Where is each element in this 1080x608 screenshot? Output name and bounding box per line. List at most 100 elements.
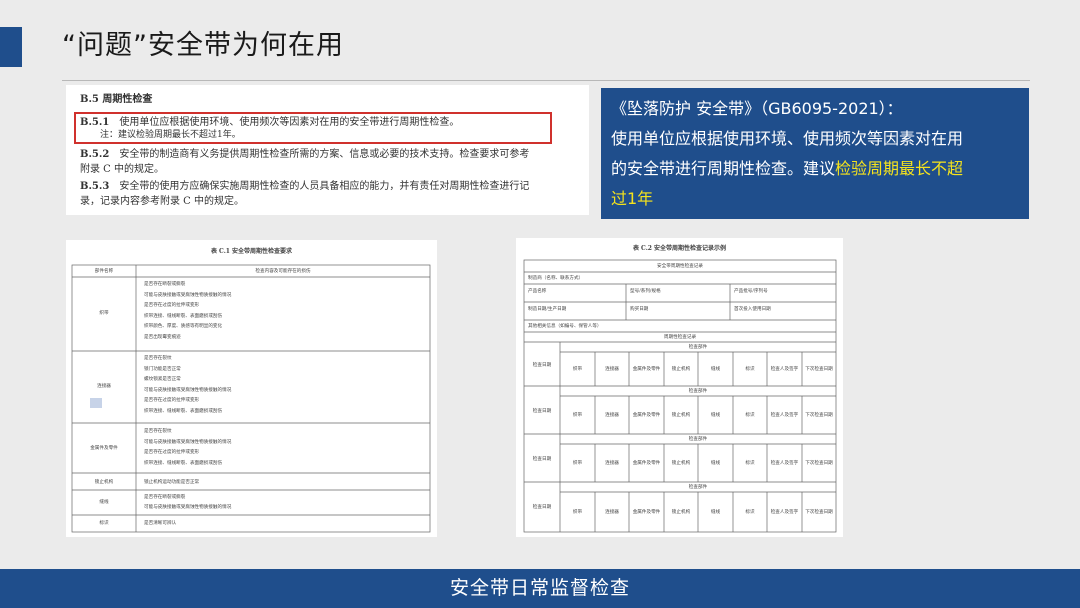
table-c1-row-items: 是否存在裂纹 可能与皮肤接触或受腐蚀性物质接触的情况 是否存在过度的拉伸或变形 … (144, 427, 231, 469)
title-divider (62, 80, 1030, 81)
table-c1-item: 可能与皮肤接触或受腐蚀性物质接触的情况 (144, 439, 232, 445)
table-c2-column: 连接器 (605, 510, 619, 515)
callout-line-3-text: 的安全带进行周期性检查。建议 (611, 159, 836, 178)
table-c1-item: 锁门功能是否正常 (144, 366, 181, 372)
table-c2-column: 连接器 (605, 413, 619, 418)
table-c2-record-title: 周期性检查记录 (663, 335, 697, 340)
table-c2-columns: 织带 连接器 金属件及零件 锁止机构 缝线 标识 检查人及签字 下次检查日期 (560, 366, 836, 372)
callout-line-3: 的安全带进行周期性检查。建议检验周期最长不超 (611, 154, 1017, 184)
table-c2-column: 标识 (745, 413, 755, 418)
table-c2-column: 下次检查日期 (805, 510, 833, 515)
table-c2-column: 锁止机构 (671, 461, 691, 466)
table-c1-item: 是否存在裂纹 (144, 429, 172, 434)
standard-callout: 《坠落防护 安全带》（GB6095-2021）： 使用单位应根据使用环境、使用频… (601, 88, 1029, 219)
excerpt-b53-text: 安全带的使用方应确保实施周期性检查的人员具备相应的能力，并有责任对周期性检查进行… (119, 181, 530, 192)
table-c2-info: 其他相关信息（如编号、保管人等） (528, 324, 602, 329)
table-c2-check-date: 检查日期 (532, 363, 552, 368)
table-c1-row-name: 织带 (99, 311, 109, 316)
table-c2-column: 检查人及签字 (770, 461, 799, 466)
table-c1-item: 是否存在过度的拉伸或变形 (144, 303, 200, 308)
table-c1-row-name: 缝线 (99, 500, 109, 505)
table-c1-item: 是否存在过度的拉伸或变形 (144, 450, 200, 455)
table-c2-column: 缝线 (710, 510, 721, 515)
title-accent-bar (0, 27, 22, 67)
slide-title: “问题”安全带为何在用 (62, 30, 344, 61)
table-c2-column: 连接器 (605, 461, 619, 466)
table-c1-item: 是否清晰可辨认 (144, 521, 177, 526)
table-c1-item: 是否存在断裂或撕裂 (144, 282, 186, 287)
table-c1-image: 表 C.1 安全带周期性检查要求 部件名称 检查内容及可能存在的损伤 织带 是否… (66, 240, 437, 537)
table-c1-item: 织带颜色、厚度、质感等有明显的变化 (144, 324, 223, 329)
footer-band: 安全带日常监督检查 (0, 569, 1080, 608)
table-c2-column: 锁止机构 (671, 413, 691, 418)
table-c2-columns: 织带 连接器 金属件及零件 锁止机构 缝线 标识 检查人及签字 下次检查日期 (560, 412, 836, 418)
footer-title: 安全带日常监督检查 (449, 577, 630, 599)
table-c1-row-items: 是否存在断裂或撕裂 可能与皮肤接触或受腐蚀性物质接触的情况 是否存在过度的拉伸或… (144, 280, 231, 343)
table-c1-item: 可能与皮肤接触或受腐蚀性物质接触的情况 (144, 387, 232, 393)
table-c2-info: 购买日期 (630, 307, 649, 312)
excerpt-b53: B.5.3 安全带的使用方应确保实施周期性检查的人员具备相应的能力，并有责任对周期… (80, 180, 529, 193)
table-c2-column: 金属件及零件 (632, 413, 661, 418)
table-c2-info: 型号/系列/规格 (630, 289, 661, 294)
table-c2-info: 产品批号/序列号 (734, 289, 768, 294)
table-c2-column: 下次检查日期 (805, 413, 833, 418)
table-c2-check-date: 检查日期 (532, 409, 552, 414)
callout-line-4: 过1年 (611, 184, 1017, 214)
table-c2-check-date: 检查日期 (532, 457, 552, 462)
table-c2-column: 检查人及签字 (770, 413, 799, 418)
table-c1-col1: 部件名称 (94, 269, 114, 274)
highlight-box (74, 112, 552, 144)
table-c2-column: 金属件及零件 (632, 461, 661, 466)
table-c2-column: 标识 (745, 461, 755, 466)
table-c2-column: 锁止机构 (671, 367, 691, 372)
table-c1-row-name: 锁止机构 (94, 480, 114, 485)
table-c2-column: 缝线 (710, 413, 721, 418)
table-c2-image: 表 C.2 安全带周期性检查记录示例 安全带周期性检查记录 制造商（名称、联系方… (516, 238, 843, 537)
table-c2-column: 连接器 (605, 367, 619, 372)
table-c1-item: 可能与皮肤接触或受腐蚀性物质接触的情况 (144, 292, 232, 298)
table-c2-info: 制造日期/生产日期 (528, 307, 567, 312)
standard-excerpt-image: B.5 周期性检查 B.5.1 使用单位应根据使用环境、使用频次等因素对在用的安全… (66, 85, 589, 215)
table-c1-item: 织带连接、缝线断裂、表面磨损或刮伤 (144, 460, 223, 466)
table-c2-column: 标识 (745, 510, 755, 515)
table-c1-item: 可能与皮肤接触或受腐蚀性物质接触的情况 (144, 505, 232, 510)
table-c2-columns: 织带 连接器 金属件及零件 锁止机构 缝线 标识 检查人及签字 下次检查日期 (560, 460, 836, 466)
callout-line-2: 使用单位应根据使用环境、使用频次等因素对在用 (611, 129, 964, 148)
table-c2-column: 金属件及零件 (632, 367, 661, 372)
table-c1-row-items: 是否存在裂纹 锁门功能是否正常 螺纹锁紧是否正常 可能与皮肤接触或受腐蚀性物质接… (144, 354, 231, 417)
table-c2-column: 检查人及签字 (770, 510, 799, 515)
table-c1-item: 是否存在裂纹 (144, 356, 172, 361)
table-c1-row-name: 标识 (99, 521, 109, 526)
excerpt-b52-number: B.5.2 (80, 149, 110, 160)
callout-line-1: 《坠落防护 安全带》（GB6095-2021）： (611, 99, 903, 118)
excerpt-b53-cont: 录，记录内容参考附录 C 中的规定。 (80, 196, 245, 207)
excerpt-b52-cont: 附录 C 中的规定。 (80, 164, 165, 175)
table-c2-column: 锁止机构 (671, 510, 691, 515)
table-c2-column: 缝线 (710, 461, 721, 466)
table-c2-column: 金属件及零件 (632, 510, 661, 515)
table-c1-row-items: 是否存在断裂或撕裂 可能与皮肤接触或受腐蚀性物质接触的情况 (144, 493, 231, 513)
table-c1-col2: 检查内容及可能存在的损伤 (255, 269, 311, 274)
table-c1-item: 织带连接、缝线断裂、表面磨损或刮伤 (144, 408, 223, 414)
table-c2-column: 下次检查日期 (805, 461, 833, 466)
table-c1-item: 螺纹锁紧是否正常 (144, 377, 181, 382)
table-c2-column: 缝线 (710, 367, 721, 372)
table-c2-part-label: 检查部件 (688, 485, 708, 490)
table-c2-column: 检查人及签字 (770, 367, 799, 372)
table-c2-info: 首次投入使用日期 (734, 307, 771, 312)
table-c2-part-label: 检查部件 (688, 389, 708, 394)
table-c1-item: 织带连接、缝线断裂、表面磨损或刮伤 (144, 313, 223, 319)
excerpt-b52: B.5.2 安全带的制造商有义务提供周期性检查所需的方案、信息或必要的技术支持。检… (80, 148, 529, 161)
table-c2-part-label: 检查部件 (688, 437, 708, 442)
table-c2-part-label: 检查部件 (688, 345, 708, 350)
table-c2-column: 织带 (572, 413, 583, 418)
table-c1-item: 是否出现霉变痕迹 (144, 334, 181, 340)
table-c2-header: 安全带周期性检查记录 (657, 264, 703, 269)
table-c1-item: 是否存在过度的拉伸或变形 (144, 398, 200, 403)
table-c2-column: 标识 (745, 367, 755, 372)
table-c1-item: 锁止机构运动功能是否正常 (144, 480, 200, 485)
table-c2-info: 产品名称 (528, 289, 547, 294)
table-c1-row-name: 金属件及零件 (90, 446, 118, 451)
table-c2-column: 织带 (572, 367, 583, 372)
table-c2-column: 织带 (572, 461, 583, 466)
